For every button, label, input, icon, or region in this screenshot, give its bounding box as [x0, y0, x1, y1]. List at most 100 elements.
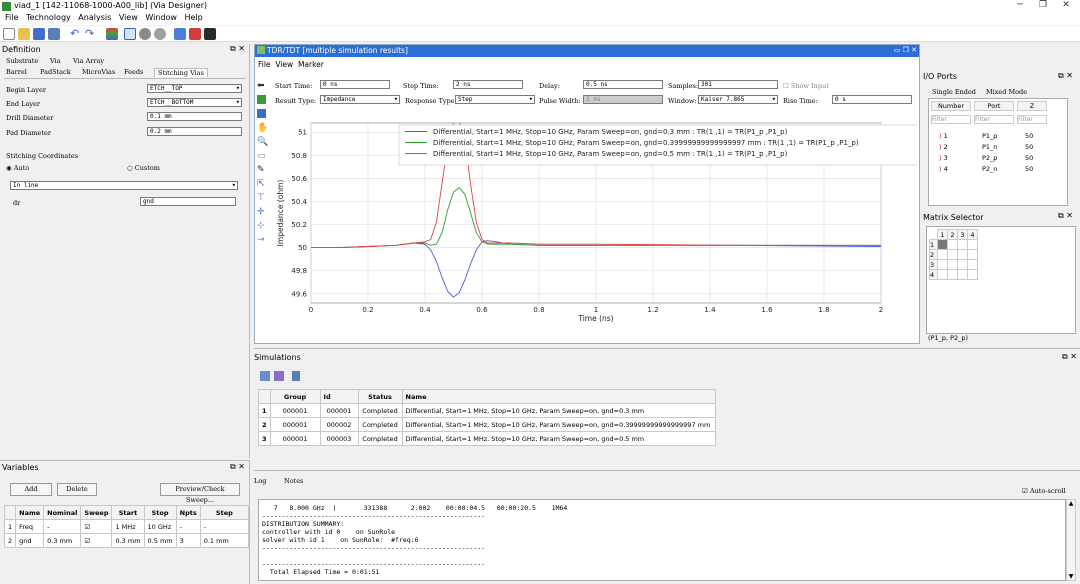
simulations-float-icon[interactable]: ⧉ ✕ [1062, 352, 1077, 362]
rule-icon[interactable]: ▭ [257, 151, 270, 165]
table-row[interactable]: 2 000001 000002 Completed Differential, … [258, 417, 717, 432]
matrix-cell[interactable] [957, 259, 968, 270]
back-icon[interactable]: ⬅ [257, 81, 270, 95]
matrix-cell[interactable] [957, 249, 968, 260]
window-select[interactable]: Kaiser 7.865 [698, 95, 778, 104]
tab-mixed-mode[interactable]: Mixed Mode [986, 88, 1027, 96]
variables-float-icon[interactable]: ⧉ ✕ [230, 462, 245, 472]
port-row-2[interactable]: ⟩ 2 [939, 142, 948, 153]
impedance-chart[interactable]: 0 0.2 0.4 0.6 0.8 1 1.2 1.4 1.6 1.8 2 49.6 49.8 50 50.… [271, 111, 920, 341]
hmarker-icon[interactable]: ⊹ [257, 221, 270, 235]
matrix-grid[interactable]: 1 2 3 4 1 2 3 4 [929, 229, 978, 280]
delete-button[interactable]: Delete [57, 483, 97, 496]
tab-padstack[interactable]: PadStack [40, 68, 71, 76]
undo-icon[interactable]: ↶ [70, 28, 82, 40]
save-as-icon[interactable] [48, 28, 60, 40]
show-input-checkbox[interactable]: ☐ Show Input [783, 82, 829, 90]
filter-port[interactable]: Filter [974, 115, 1014, 124]
tab-single-ended[interactable]: Single Ended [932, 88, 976, 96]
end-layer-select[interactable]: ETCH__BOTTOM [147, 98, 242, 107]
minimize-icon[interactable]: ─ [1010, 0, 1030, 12]
new-file-icon[interactable] [3, 28, 15, 40]
port-row-1[interactable]: ⟩ 1 [939, 131, 948, 142]
samples-input[interactable]: 301 [698, 80, 778, 89]
auto-radio[interactable]: ◉ Auto [6, 164, 29, 172]
zoom-icon[interactable]: 🔍 [257, 137, 270, 151]
filter-number[interactable]: Filter [931, 115, 971, 124]
matrix-cell[interactable] [967, 269, 978, 280]
tab-substrate[interactable]: Substrate [6, 57, 38, 65]
matrix-float-icon[interactable]: ⧉ ✕ [1058, 211, 1073, 221]
cell[interactable]: - [175, 519, 201, 534]
redo-icon[interactable]: ↷ [85, 28, 97, 40]
cell[interactable]: 0.3 mm [111, 533, 145, 548]
sweep-checkbox[interactable]: ☑ [80, 519, 113, 534]
chart-icon[interactable] [257, 109, 266, 118]
custom-radio[interactable]: ○ Custom [127, 164, 160, 172]
placement-select[interactable]: In line [10, 181, 238, 190]
sweep-checkbox[interactable]: ☑ [80, 533, 113, 548]
table-row[interactable]: 3 000001 000003 Completed Differential, … [258, 431, 717, 446]
delay-input[interactable]: 0.5 ns [583, 80, 663, 89]
tab-feeds[interactable]: Feeds [124, 68, 143, 76]
menu-analysis[interactable]: Analysis [78, 13, 111, 22]
cell[interactable]: Freq [15, 519, 45, 534]
log-scrollbar[interactable]: ▲ ▼ [1066, 499, 1076, 581]
matrix-cell[interactable] [967, 239, 978, 250]
step-time-input[interactable]: 2 ns [453, 80, 523, 89]
matrix-cell[interactable] [967, 249, 978, 260]
pan-icon[interactable]: ✋ [257, 123, 270, 137]
pad-diameter-input[interactable]: 0.2 mm [147, 127, 242, 136]
matrix-cell-selected[interactable] [937, 239, 948, 250]
cell[interactable]: 1 MHz [111, 519, 145, 534]
matrix-cell[interactable] [947, 239, 958, 250]
response-type-select[interactable]: Step [455, 95, 535, 104]
tab-notes[interactable]: Notes [284, 477, 303, 485]
settings-icon[interactable] [154, 28, 166, 40]
drill-diameter-input[interactable]: 0.1 mm [147, 112, 242, 121]
matrix-cell[interactable] [967, 259, 978, 270]
tdr-menu-file[interactable]: File [258, 60, 271, 69]
preview-sweep-button[interactable]: Preview/Check Sweep... [160, 483, 240, 504]
matrix-cell[interactable] [937, 259, 948, 270]
green-icon[interactable] [257, 95, 266, 104]
scroll-up-icon[interactable]: ▲ [1067, 500, 1075, 507]
simulate-icon[interactable] [174, 28, 186, 40]
start-time-input[interactable]: 0 ns [320, 80, 390, 89]
open-folder-icon[interactable] [18, 28, 30, 40]
tab-via-array[interactable]: Via Array [73, 57, 104, 65]
pen-icon[interactable]: ✎ [257, 165, 270, 179]
menu-view[interactable]: View [119, 13, 138, 22]
io-float-icon[interactable]: ⧉ ✕ [1058, 71, 1073, 81]
crosshair-icon[interactable]: ✛ [257, 207, 270, 221]
impedance-plot[interactable]: 0 0.2 0.4 0.6 0.8 1 1.2 1.4 1.6 1.8 2 49.6 49.8 50 50.… [271, 111, 920, 341]
cell[interactable]: - [199, 519, 250, 534]
maximize-icon[interactable]: ❐ [1033, 0, 1053, 12]
gear-icon[interactable] [139, 28, 151, 40]
tab-barrel[interactable]: Barrel [6, 68, 27, 76]
matrix-cell[interactable] [947, 259, 958, 270]
dr-input[interactable]: gnd [140, 197, 236, 206]
menu-technology[interactable]: Technology [26, 13, 71, 22]
table-row[interactable]: 1 000001 000001 Completed Differential, … [258, 403, 717, 418]
filter-z[interactable]: Filter [1017, 115, 1047, 124]
matrix-cell[interactable] [957, 239, 968, 250]
matrix-cell[interactable] [937, 269, 948, 280]
tab-microvias[interactable]: MicroVias [82, 68, 115, 76]
menu-window[interactable]: Window [145, 13, 177, 22]
cell[interactable]: 0.3 mm [43, 533, 82, 548]
compare-sim-icon[interactable] [274, 371, 284, 381]
autoscroll-checkbox[interactable]: ☑ Auto-scroll [1022, 487, 1066, 495]
matrix-cell[interactable] [947, 249, 958, 260]
add-sim-icon[interactable] [260, 371, 270, 381]
cell[interactable]: 0.5 mm [143, 533, 177, 548]
marker-icon[interactable]: ⊤ [257, 193, 270, 207]
select-icon[interactable]: ⇱ [257, 179, 270, 193]
cell[interactable]: 0.1 mm [199, 533, 250, 548]
matrix-cell[interactable] [947, 269, 958, 280]
table-row[interactable]: 2 gnd 0.3 mm ☑ 0.3 mm 0.5 mm 3 0.1 mm [3, 533, 250, 548]
menu-help[interactable]: Help [184, 13, 202, 22]
layers-icon[interactable] [106, 28, 118, 40]
port-row-4[interactable]: ⟩ 4 [939, 164, 948, 175]
menu-file[interactable]: File [5, 13, 18, 22]
